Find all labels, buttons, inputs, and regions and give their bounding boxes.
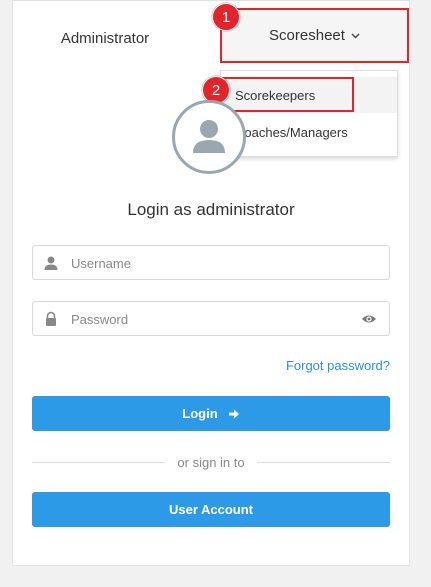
chevron-down-icon <box>351 33 360 38</box>
tab-scoresheet[interactable]: Scoresheet <box>220 8 409 63</box>
arrow-right-icon <box>228 409 239 418</box>
login-title: Login as administrator <box>127 200 295 219</box>
forgot-password-link[interactable]: Forgot password? <box>286 358 390 373</box>
user-account-button[interactable]: User Account <box>32 492 390 527</box>
user-icon <box>44 256 58 270</box>
menu-item-scorekeepers[interactable]: Scorekeepers <box>221 77 397 113</box>
tab-administrator-label: Administrator <box>60 29 150 47</box>
user-avatar-icon <box>172 100 246 174</box>
menu-item-coaches-managers[interactable]: Coaches/Managers <box>221 114 397 150</box>
tab-scoresheet-label: Scoresheet <box>269 27 345 44</box>
password-field[interactable] <box>32 301 390 337</box>
username-field[interactable] <box>32 245 390 281</box>
divider-line-right <box>256 461 391 463</box>
menu-item-coaches-managers-label: Coaches/Managers <box>235 124 348 140</box>
step-badge-1: 1 <box>212 3 240 31</box>
user-account-button-label: User Account <box>168 502 254 517</box>
scoresheet-dropdown-menu: Scorekeepers Coaches/Managers <box>220 70 398 157</box>
menu-item-scorekeepers-label: Scorekeepers <box>235 87 316 103</box>
password-input[interactable] <box>69 302 353 337</box>
tab-administrator[interactable]: Administrator <box>20 12 190 64</box>
divider-text: or sign in to <box>177 454 245 470</box>
eye-icon[interactable] <box>361 312 377 326</box>
login-button[interactable]: Login <box>32 396 390 431</box>
divider-line-left <box>32 461 166 463</box>
or-divider: or sign in to <box>32 453 391 471</box>
username-input[interactable] <box>69 246 353 281</box>
login-button-label: Login <box>182 406 218 421</box>
lock-icon <box>46 311 56 326</box>
